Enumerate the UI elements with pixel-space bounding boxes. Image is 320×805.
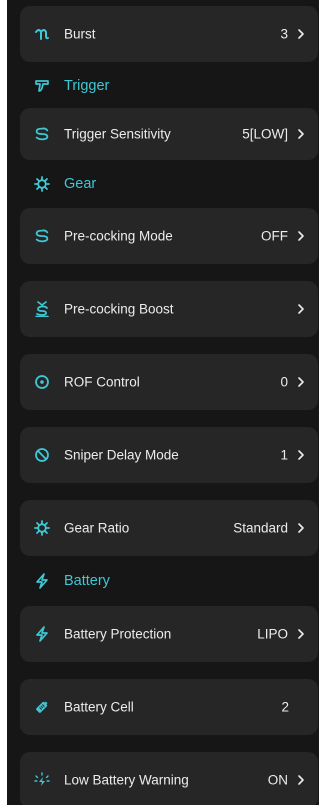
trigger-sensitivity-label: Trigger Sensitivity <box>64 126 171 142</box>
burst-value: 3 <box>280 26 288 42</box>
trigger-sensitivity-row[interactable]: Trigger Sensitivity 5[LOW] <box>20 108 318 160</box>
chevron-right-icon <box>297 303 305 315</box>
battery-cell-label: Battery Cell <box>64 699 134 715</box>
trigger-icon <box>34 78 50 94</box>
burst-label: Burst <box>64 26 96 42</box>
battery-cell-row[interactable]: Battery Cell 2 <box>20 679 318 735</box>
lightning-icon <box>34 573 50 589</box>
rof-control-row[interactable]: ROF Control 0 <box>20 354 318 410</box>
chevron-right-icon <box>297 376 305 388</box>
s-curve-icon <box>34 228 50 244</box>
gear-icon <box>34 520 50 536</box>
low-battery-warning-row[interactable]: Low Battery Warning ON <box>20 752 318 805</box>
boost-icon <box>34 301 50 317</box>
battery-protection-value: LIPO <box>257 626 288 642</box>
sniper-delay-mode-label: Sniper Delay Mode <box>64 447 179 463</box>
battery-protection-label: Battery Protection <box>64 626 172 642</box>
battery-protection-row[interactable]: Battery Protection LIPO <box>20 606 318 662</box>
prohibited-icon <box>34 447 50 463</box>
pre-cocking-boost-label: Pre-cocking Boost <box>64 301 174 317</box>
burst-row[interactable]: Burst 3 <box>20 6 318 62</box>
chevron-right-icon <box>297 128 305 140</box>
pre-cocking-mode-label: Pre-cocking Mode <box>64 228 173 244</box>
pre-cocking-mode-row[interactable]: Pre-cocking Mode OFF <box>20 208 318 264</box>
section-title-gear: Gear <box>64 176 97 192</box>
gear-ratio-value: Standard <box>233 520 288 536</box>
chevron-right-icon <box>297 774 305 786</box>
section-title-trigger: Trigger <box>64 78 110 94</box>
chevron-right-icon <box>297 230 305 242</box>
sniper-delay-mode-row[interactable]: Sniper Delay Mode 1 <box>20 427 318 483</box>
sniper-delay-mode-value: 1 <box>280 447 288 463</box>
chevron-right-icon <box>297 28 305 40</box>
pre-cocking-boost-row[interactable]: Pre-cocking Boost <box>20 281 318 337</box>
gear-icon <box>34 176 50 192</box>
battery-cell-icon <box>34 699 50 715</box>
lightning-icon <box>34 626 50 642</box>
chevron-right-icon <box>297 522 305 534</box>
rof-control-label: ROF Control <box>64 374 140 390</box>
rof-control-value: 0 <box>280 374 288 390</box>
low-battery-warning-label: Low Battery Warning <box>64 772 189 788</box>
section-trigger: Trigger <box>20 75 310 97</box>
burst-icon <box>34 26 50 42</box>
battery-cell-value: 2 <box>281 699 289 715</box>
settings-screen: Burst 3 Trigger Trigger Sensitivity 5[LO… <box>7 0 319 805</box>
pre-cocking-mode-value: OFF <box>261 228 288 244</box>
gear-ratio-row[interactable]: Gear Ratio Standard <box>20 500 318 556</box>
low-battery-warning-value: ON <box>267 772 288 788</box>
section-battery: Battery <box>20 570 310 592</box>
chevron-right-icon <box>297 628 305 640</box>
s-curve-icon <box>34 126 50 142</box>
battery-warning-icon <box>34 772 50 788</box>
trigger-sensitivity-value: 5[LOW] <box>242 126 288 142</box>
target-icon <box>34 374 50 390</box>
chevron-right-icon <box>297 449 305 461</box>
gear-ratio-label: Gear Ratio <box>64 520 130 536</box>
section-title-battery: Battery <box>64 573 110 589</box>
section-gear: Gear <box>20 173 310 195</box>
